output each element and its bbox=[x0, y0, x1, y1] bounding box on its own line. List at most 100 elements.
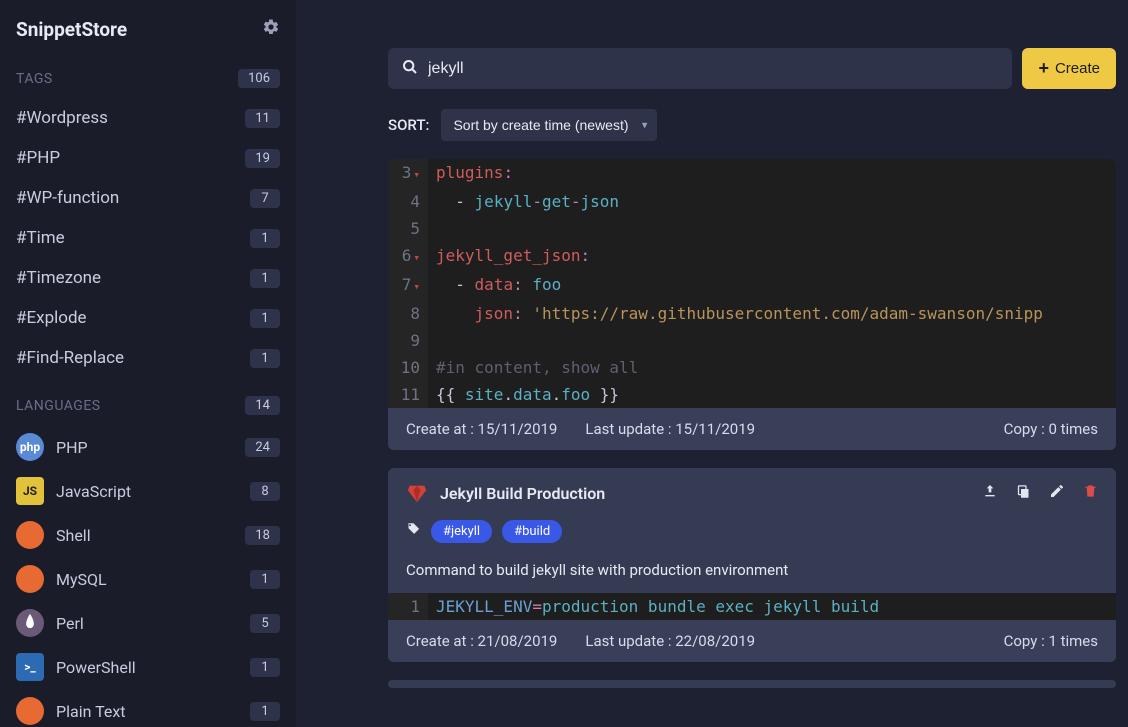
snippet-list[interactable]: 3▾plugins:4 - jekyll-get-json5 6▾jekyll_… bbox=[388, 159, 1116, 727]
gear-icon[interactable] bbox=[262, 18, 280, 41]
tags-list: #Wordpress11#PHP19#WP-function7#Time1#Ti… bbox=[0, 98, 296, 378]
sidebar-language-item[interactable]: Shell 18 bbox=[0, 513, 296, 557]
export-icon[interactable] bbox=[982, 483, 998, 503]
tags-count-badge: 106 bbox=[238, 69, 280, 88]
line-number: 5 bbox=[388, 215, 428, 242]
created-at: Create at : 21/08/2019 bbox=[406, 632, 557, 650]
snippet-title: Jekyll Build Production bbox=[440, 484, 605, 503]
language-name: MySQL bbox=[56, 570, 107, 589]
tags-label: TAGS bbox=[16, 71, 53, 87]
tag-name: #WP-function bbox=[16, 188, 119, 208]
main-area: + Create SORT: Sort by create time (newe… bbox=[296, 0, 1128, 727]
created-at: Create at : 15/11/2019 bbox=[406, 420, 557, 438]
tag-count-badge: 19 bbox=[245, 149, 280, 168]
line-number: 4 bbox=[388, 188, 428, 215]
line-number: 6▾ bbox=[388, 242, 428, 271]
language-name: Perl bbox=[56, 614, 84, 633]
languages-count-badge: 14 bbox=[245, 396, 280, 415]
sidebar-language-item[interactable]: Plain Text1 bbox=[0, 689, 296, 727]
language-icon: php bbox=[16, 433, 44, 461]
sidebar-language-item[interactable]: MySQL 1 bbox=[0, 557, 296, 601]
language-icon bbox=[16, 565, 44, 593]
tag-count-badge: 7 bbox=[250, 189, 280, 208]
tag-icon bbox=[406, 522, 421, 541]
language-count-badge: 5 bbox=[250, 614, 280, 633]
tag-pill[interactable]: #jekyll bbox=[431, 520, 492, 543]
tag-name: #Explode bbox=[16, 308, 87, 328]
language-icon: >_ bbox=[16, 653, 44, 681]
sidebar-language-item[interactable]: Perl 5 bbox=[0, 601, 296, 645]
snippet-actions bbox=[982, 483, 1098, 503]
snippet-description: Command to build jekyll site with produc… bbox=[388, 555, 1116, 593]
languages-section-header: LANGUAGES 14 bbox=[0, 386, 296, 425]
snippet-header: Jekyll Build Production bbox=[388, 468, 1116, 514]
trash-icon[interactable] bbox=[1083, 483, 1098, 503]
sidebar-language-item[interactable]: phpPHP24 bbox=[0, 425, 296, 469]
language-count-badge: 1 bbox=[250, 658, 280, 677]
sort-select[interactable]: Sort by create time (newest) bbox=[441, 109, 657, 141]
languages-list: phpPHP24JSJavaScript8Shell18MySQL1Perl5>… bbox=[0, 425, 296, 727]
language-name: PHP bbox=[56, 438, 88, 457]
code-line: 1JEKYLL_ENV=production bundle exec jekyl… bbox=[388, 593, 1116, 620]
sidebar-tag-item[interactable]: #Wordpress 11 bbox=[0, 98, 296, 138]
copy-icon[interactable] bbox=[1016, 484, 1031, 503]
snippet-card bbox=[388, 680, 1116, 688]
tag-count-badge: 11 bbox=[245, 109, 280, 128]
plus-icon: + bbox=[1038, 58, 1049, 79]
language-count-badge: 18 bbox=[245, 526, 280, 545]
language-icon bbox=[16, 521, 44, 549]
code-line: 11{{ site.data.foo }} bbox=[388, 381, 1116, 408]
sidebar-tag-item[interactable]: #Time 1 bbox=[0, 218, 296, 258]
sidebar-tag-item[interactable]: #Explode 1 bbox=[0, 298, 296, 338]
line-number: 10 bbox=[388, 354, 428, 381]
copy-count: Copy : 1 times bbox=[1004, 632, 1098, 650]
tag-name: #PHP bbox=[16, 148, 60, 168]
tag-count-badge: 1 bbox=[250, 349, 280, 368]
snippet-card: 3▾plugins:4 - jekyll-get-json5 6▾jekyll_… bbox=[388, 159, 1116, 450]
sidebar-tag-item[interactable]: #Find-Replace 1 bbox=[0, 338, 296, 378]
sidebar-tag-item[interactable]: #WP-function 7 bbox=[0, 178, 296, 218]
search-input[interactable] bbox=[428, 60, 998, 78]
ruby-icon bbox=[406, 482, 428, 504]
line-number: 8 bbox=[388, 300, 428, 327]
create-button[interactable]: + Create bbox=[1022, 48, 1116, 89]
tag-name: #Wordpress bbox=[16, 108, 108, 128]
code-block[interactable]: 1JEKYLL_ENV=production bundle exec jekyl… bbox=[388, 593, 1116, 620]
language-icon bbox=[16, 697, 44, 725]
code-line: 9 bbox=[388, 327, 1116, 354]
line-number: 1 bbox=[388, 593, 428, 620]
sidebar-language-item[interactable]: JSJavaScript8 bbox=[0, 469, 296, 513]
line-number: 11 bbox=[388, 381, 428, 408]
snippet-card: Jekyll Build Production #jekyll #build bbox=[388, 468, 1116, 662]
language-name: JavaScript bbox=[56, 482, 131, 501]
language-name: Shell bbox=[56, 526, 91, 545]
search-box[interactable] bbox=[388, 48, 1012, 89]
sidebar-tag-item[interactable]: #Timezone1 bbox=[0, 258, 296, 298]
language-icon bbox=[16, 609, 44, 637]
tag-count-badge: 1 bbox=[250, 269, 280, 288]
snippet-tags: #jekyll #build bbox=[388, 514, 1116, 555]
sidebar-header: SnippetStore bbox=[0, 0, 296, 59]
code-block[interactable]: 3▾plugins:4 - jekyll-get-json5 6▾jekyll_… bbox=[388, 159, 1116, 408]
language-count-badge: 1 bbox=[250, 702, 280, 721]
code-line: 7▾ - data: foo bbox=[388, 271, 1116, 300]
language-count-badge: 8 bbox=[250, 482, 280, 501]
edit-icon[interactable] bbox=[1049, 483, 1065, 503]
tag-count-badge: 1 bbox=[250, 229, 280, 248]
code-line: 3▾plugins: bbox=[388, 159, 1116, 188]
code-line: 6▾jekyll_get_json: bbox=[388, 242, 1116, 271]
sidebar-tag-item[interactable]: #PHP 19 bbox=[0, 138, 296, 178]
tags-section-header: TAGS 106 bbox=[0, 59, 296, 98]
topbar: + Create bbox=[388, 48, 1116, 89]
snippet-footer: Create at : 15/11/2019 Last update : 15/… bbox=[388, 408, 1116, 450]
tag-count-badge: 1 bbox=[250, 309, 280, 328]
language-name: PowerShell bbox=[56, 658, 136, 677]
language-count-badge: 1 bbox=[250, 570, 280, 589]
code-line: 4 - jekyll-get-json bbox=[388, 188, 1116, 215]
tag-name: #Find-Replace bbox=[16, 348, 124, 368]
create-label: Create bbox=[1055, 60, 1100, 77]
sidebar-language-item[interactable]: >_ PowerShell 1 bbox=[0, 645, 296, 689]
tag-pill[interactable]: #build bbox=[502, 520, 562, 543]
line-number: 9 bbox=[388, 327, 428, 354]
tag-name: #Time bbox=[16, 228, 65, 248]
